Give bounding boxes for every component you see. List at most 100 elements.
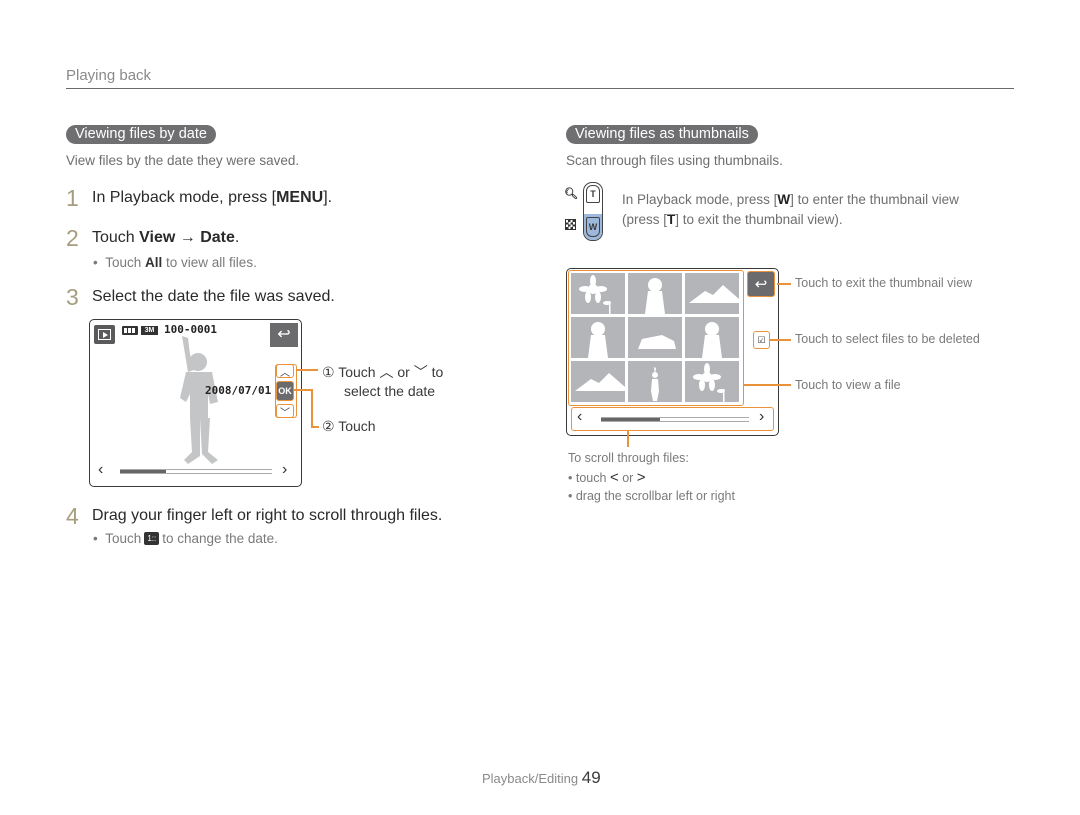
scroll-note-bullet-2: • drag the scrollbar left or right xyxy=(568,489,735,503)
scroll-left-button[interactable]: ‹ xyxy=(98,461,103,479)
touch-label: touch xyxy=(575,471,607,485)
callout-line-delete xyxy=(770,339,791,341)
arrow-label: → xyxy=(175,229,201,246)
callout-2-number: ② xyxy=(322,418,335,434)
scrollbar-thumb[interactable] xyxy=(601,418,661,421)
chevron-right-icon: > xyxy=(636,469,646,486)
battery-icon xyxy=(122,326,138,335)
delete-select-button[interactable]: ☑ xyxy=(753,331,770,349)
thumbnail-child[interactable] xyxy=(628,361,682,402)
step-2-suffix: . xyxy=(234,229,240,246)
scroll-note-bullet-1: • touch < or > xyxy=(568,469,646,486)
header-rule xyxy=(66,88,1014,89)
image-size-badge: 3M xyxy=(141,326,158,335)
thumbnail-person[interactable] xyxy=(628,273,682,314)
step-2-bullet: • Touch All to view all files. xyxy=(93,255,257,270)
instruction2-prefix: (press [ xyxy=(622,212,668,227)
thumbnail-flower[interactable] xyxy=(571,273,625,314)
thumbnail-mountain[interactable] xyxy=(685,273,739,314)
thumbnail-car[interactable] xyxy=(628,317,682,358)
chevron-right-icon: › xyxy=(282,461,288,478)
callout-1-touch: Touch xyxy=(338,364,376,380)
bullet-dot: • xyxy=(93,255,106,270)
step-4-bullet: • Touch 1:: to change the date. xyxy=(93,531,278,546)
thumbnail-person[interactable] xyxy=(571,317,625,358)
flower-image xyxy=(693,363,725,402)
thumbnail-flower[interactable] xyxy=(685,361,739,402)
callout-2-touch: Touch xyxy=(338,418,376,434)
step-2-number: 2 xyxy=(66,225,79,251)
back-button[interactable]: ↩ xyxy=(270,323,298,347)
instruction-prefix: In Playback mode, press [ xyxy=(622,192,778,207)
drag-label: drag the scrollbar left or right xyxy=(575,489,735,503)
mountain-image xyxy=(575,373,625,391)
footer: Playback/Editing 49 xyxy=(482,768,601,788)
chevron-down-icon: ﹀ xyxy=(280,407,290,419)
thumbnail-instruction: In Playback mode, press [W] to enter the… xyxy=(622,192,959,207)
select-delete-icon: ☑ xyxy=(757,335,766,345)
heading-viewing-thumbnails: Viewing files as thumbnails xyxy=(566,125,758,144)
callout-1-number: ① xyxy=(322,364,335,380)
chevron-down-icon: ﹀ xyxy=(413,364,428,380)
page-number: 49 xyxy=(581,768,601,787)
date-value: 2008/07/01 xyxy=(205,384,272,397)
thumbnail-mountain[interactable] xyxy=(571,361,625,402)
person-image xyxy=(588,322,608,358)
chevron-left-icon: ‹ xyxy=(577,408,583,425)
scrollbar-track[interactable] xyxy=(120,469,272,474)
wide-button: W xyxy=(586,217,600,237)
person-image xyxy=(645,278,665,314)
step-4-text: Drag your finger left or right to scroll… xyxy=(92,507,443,524)
step-1-text: In Playback mode, press [MENU]. xyxy=(92,189,332,207)
scroll-right-button[interactable]: › xyxy=(282,461,287,479)
date-up-button[interactable]: ︿ xyxy=(276,364,294,379)
date-down-button[interactable]: ﹀ xyxy=(276,404,294,419)
description-by-date: View files by the date they were saved. xyxy=(66,153,300,168)
callout-1-or: or xyxy=(397,364,410,380)
zoom-lever: T W xyxy=(583,182,603,241)
bullet-prefix: Touch xyxy=(105,255,146,270)
callout-select-delete: Touch to select files to be deleted xyxy=(795,332,980,346)
bullet-dot: • xyxy=(568,489,576,503)
camera-screen-thumbnail-view: ↩ ☑ ‹ › xyxy=(566,268,779,436)
step-4-number: 4 xyxy=(66,503,79,529)
calendar-date-icon: 1:: xyxy=(144,532,160,545)
description-thumbnails: Scan through files using thumbnails. xyxy=(566,153,783,168)
chevron-up-icon: ︿ xyxy=(280,367,290,379)
step-2-text: Touch View → Date. xyxy=(92,229,239,247)
tele-button: T xyxy=(586,185,600,203)
view-label: View xyxy=(139,229,176,246)
or-label: or xyxy=(622,471,634,485)
menu-key-label: MENU xyxy=(276,189,324,206)
scrollbar-track[interactable] xyxy=(601,417,749,422)
callout-1-line2: select the date xyxy=(344,383,436,399)
scroll-left-button[interactable]: ‹ xyxy=(577,408,582,426)
callout-line-view xyxy=(743,384,791,386)
callout-line-scroll xyxy=(627,431,629,447)
bullet-suffix: to view all files. xyxy=(162,255,257,270)
callout-2-text: ② Touch xyxy=(322,418,376,435)
callout-line-2-end xyxy=(311,426,319,428)
person-image xyxy=(702,322,722,358)
car-image xyxy=(638,335,676,349)
callout-1-to: to xyxy=(431,364,444,380)
back-arrow-icon: ↩ xyxy=(277,326,291,343)
thumbnail-person[interactable] xyxy=(685,317,739,358)
ok-button[interactable]: OK xyxy=(276,381,294,401)
back-arrow-icon: ↩ xyxy=(754,276,768,293)
scroll-right-button[interactable]: › xyxy=(759,408,764,426)
step-2-prefix: Touch xyxy=(92,229,140,246)
child-image xyxy=(651,367,659,401)
callout-line-exit xyxy=(777,283,791,285)
thumbnail-instruction-line2: (press [T] to exit the thumbnail view). xyxy=(622,212,843,227)
all-label: All xyxy=(145,255,163,270)
magnifier-icon: 🔍︎ xyxy=(564,188,578,200)
bullet-prefix: Touch xyxy=(105,531,142,546)
callout-line-2-vertical xyxy=(311,389,313,427)
scroll-note-title: To scroll through files: xyxy=(568,451,689,465)
heading-viewing-by-date: Viewing files by date xyxy=(66,125,216,144)
exit-thumbnail-button[interactable]: ↩ xyxy=(747,271,775,297)
bullet-suffix: to change the date. xyxy=(162,531,278,546)
thumbnail-grid-icon xyxy=(565,219,576,230)
scrollbar-thumb[interactable] xyxy=(120,470,166,473)
